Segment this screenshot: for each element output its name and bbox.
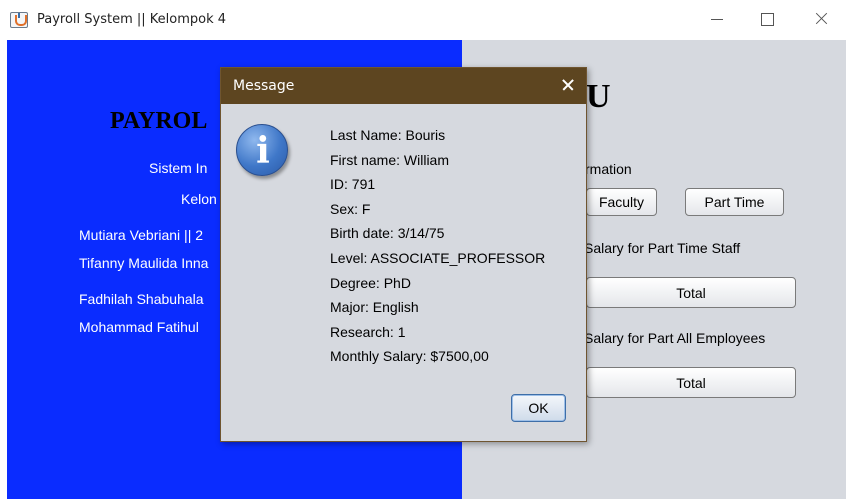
member-label-3: Fadhilah Shabuhala <box>79 291 204 307</box>
message-body: Last Name: Bouris First name: William ID… <box>330 126 545 372</box>
sex-line: Sex: F <box>330 200 371 217</box>
last-name-line: Last Name: Bouris <box>330 127 446 143</box>
system-label: Sistem In <box>149 160 208 176</box>
member-label-1: Mutiara Vebriani || 2 <box>79 227 204 243</box>
faculty-button[interactable]: Faculty <box>586 188 657 216</box>
id-line: ID: 791 <box>330 176 376 193</box>
salary-part-time-label: Salary for Part Time Staff <box>584 240 741 256</box>
info-glyph: i <box>256 130 270 172</box>
dialog-title: Message <box>233 78 295 94</box>
degree-line: Degree: PhD <box>330 274 411 291</box>
close-icon[interactable] <box>804 6 838 32</box>
part-time-button[interactable]: Part Time <box>685 188 784 216</box>
message-dialog: Message i Last Name: Bouris First name: … <box>220 67 587 442</box>
group-label: Kelon <box>181 191 217 207</box>
salary-all-employees-label: Salary for Part All Employees <box>584 330 766 346</box>
member-label-2: Tifanny Maulida Inna <box>79 255 209 271</box>
info-icon: i <box>236 124 288 176</box>
major-line: Major: English <box>330 299 419 316</box>
java-cup-icon <box>10 12 28 28</box>
left-heading: PAYROL <box>110 108 208 134</box>
total-all-employees-button[interactable]: Total <box>586 367 796 398</box>
window-title: Payroll System || Kelompok 4 <box>37 12 227 27</box>
window-titlebar: Payroll System || Kelompok 4 <box>0 0 846 40</box>
dialog-titlebar: Message <box>221 68 586 104</box>
ok-button[interactable]: OK <box>511 394 566 422</box>
total-part-time-button[interactable]: Total <box>586 277 796 308</box>
information-label: rmation <box>585 161 632 177</box>
first-name-line: First name: William <box>330 151 450 168</box>
level-line: Level: ASSOCIATE_PROFESSOR <box>330 249 546 266</box>
research-line: Research: 1 <box>330 323 406 340</box>
monthly-salary-line: Monthly Salary: $7500,00 <box>330 348 489 365</box>
right-heading: U <box>586 78 611 115</box>
member-label-4: Mohammad Fatihul <box>79 319 199 335</box>
minimize-icon[interactable] <box>700 6 734 32</box>
maximize-icon[interactable] <box>750 6 784 32</box>
dialog-close-icon[interactable] <box>555 72 581 98</box>
birth-date-line: Birth date: 3/14/75 <box>330 225 445 242</box>
